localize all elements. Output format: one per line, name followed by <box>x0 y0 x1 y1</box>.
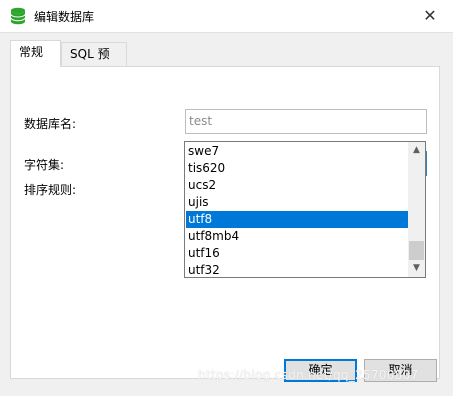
list-item[interactable]: utf8mb4 <box>186 228 409 245</box>
collation-label: 排序规则: <box>24 183 77 197</box>
database-name-label: 数据库名: <box>24 117 77 131</box>
window-title: 编辑数据库 <box>34 10 95 24</box>
tab-sql-preview[interactable]: SQL 预览 <box>61 42 127 83</box>
dropdown-scrollbar[interactable]: ▲ ▼ <box>408 142 425 277</box>
list-item[interactable]: ujis <box>186 194 409 211</box>
watermark: https://blog.csdn.net/qq_25700807 <box>198 368 419 382</box>
database-name-input[interactable]: test <box>185 109 427 134</box>
scrollbar-thumb[interactable] <box>409 241 424 260</box>
charset-label: 字符集: <box>24 158 65 172</box>
list-item[interactable]: swe7 <box>186 143 409 160</box>
charset-dropdown-list[interactable]: swe7 tis620 ucs2 ujis utf8 utf8mb4 utf16… <box>184 141 426 278</box>
scroll-down-icon[interactable]: ▼ <box>408 260 425 277</box>
title-bar: 编辑数据库 ✕ <box>0 0 453 32</box>
close-button[interactable]: ✕ <box>418 4 442 28</box>
list-item[interactable]: utf16 <box>186 245 409 262</box>
list-item[interactable]: tis620 <box>186 160 409 177</box>
list-item[interactable]: utf32 <box>186 262 409 279</box>
scroll-up-icon[interactable]: ▲ <box>408 142 425 159</box>
list-item[interactable]: ucs2 <box>186 177 409 194</box>
database-icon <box>10 7 26 25</box>
tab-general[interactable]: 常规 <box>10 40 61 67</box>
list-item-selected[interactable]: utf8 <box>186 211 409 228</box>
